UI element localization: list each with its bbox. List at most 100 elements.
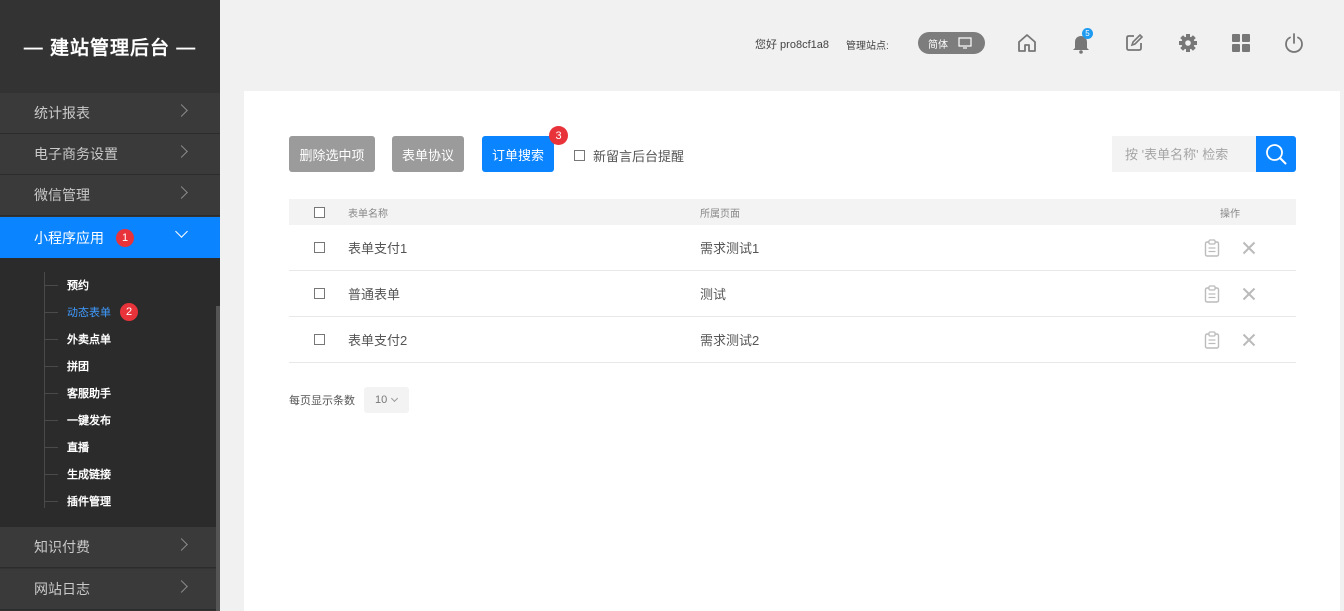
submenu-item-generate-link[interactable]: 生成链接: [44, 464, 111, 484]
form-name: 表单支付2: [348, 333, 408, 348]
page-size-label: 每页显示条数: [289, 395, 355, 407]
column-header-name: 表单名称: [348, 208, 388, 220]
sidebar-item-label: 电子商务设置: [34, 146, 118, 162]
monitor-icon: [958, 37, 972, 49]
page-size-select[interactable]: 10: [364, 387, 409, 413]
form-page: 需求测试2: [700, 333, 760, 348]
submenu-item-reservation[interactable]: 预约: [44, 275, 89, 295]
step-badge: 3: [549, 126, 568, 145]
page-size-value: 10: [375, 394, 388, 406]
form-name: 表单支付1: [348, 241, 408, 256]
submenu-item-label: 客服助手: [67, 388, 111, 400]
submenu-item-label: 预约: [67, 280, 89, 292]
reminder-label: 新留言后台提醒: [593, 149, 685, 164]
notification-count: 5: [1082, 28, 1093, 39]
step-badge: 2: [120, 303, 138, 321]
sidebar-item-label: 网站日志: [34, 581, 90, 597]
submenu-item-group-buy[interactable]: 拼团: [44, 356, 89, 376]
brand-title: — 建站管理后台 —: [23, 37, 197, 59]
sidebar-item-label: 微信管理: [34, 187, 90, 203]
search-box: [1112, 136, 1296, 172]
chevron-down-icon: [175, 225, 188, 238]
chevron-right-icon: [175, 580, 188, 593]
language-label: 简体: [928, 39, 948, 51]
table-row: 普通表单 测试: [289, 271, 1296, 317]
chevron-right-icon: [175, 538, 188, 551]
search-icon: [1266, 144, 1287, 165]
form-agreement-button[interactable]: 表单协议: [392, 136, 464, 172]
close-icon[interactable]: [1242, 333, 1256, 347]
chevron-right-icon: [175, 145, 188, 158]
sidebar-item-logs[interactable]: 网站日志: [0, 569, 220, 610]
clipboard-icon[interactable]: [1204, 284, 1220, 303]
submenu-item-label: 生成链接: [67, 469, 111, 481]
form-page: 需求测试1: [700, 241, 760, 256]
row-actions: [1204, 271, 1256, 316]
gear-icon[interactable]: [1175, 30, 1201, 56]
search-button[interactable]: [1256, 136, 1296, 172]
sidebar-item-knowledge[interactable]: 知识付费: [0, 527, 220, 568]
column-header-actions: 操作: [1220, 208, 1240, 220]
new-message-reminder-toggle[interactable]: 新留言后台提醒: [574, 146, 684, 165]
row-actions: [1204, 225, 1256, 270]
grid-icon[interactable]: [1228, 30, 1254, 56]
sidebar-scrollbar[interactable]: [216, 306, 220, 611]
submenu-item-label: 插件管理: [67, 496, 111, 508]
row-checkbox[interactable]: [314, 334, 325, 345]
bell-icon[interactable]: 5: [1068, 28, 1094, 56]
edit-icon[interactable]: [1121, 30, 1147, 56]
site-label: 管理站点:: [846, 41, 889, 52]
sidebar-item-miniprogram[interactable]: 小程序应用 1: [0, 217, 220, 258]
sidebar: — 建站管理后台 — 统计报表 电子商务设置 微信管理 小程序应用 1 预约 动…: [0, 0, 220, 611]
row-checkbox[interactable]: [314, 288, 325, 299]
row-select-cell: [314, 317, 325, 362]
sidebar-item-ecommerce[interactable]: 电子商务设置: [0, 134, 220, 175]
submenu-item-publish[interactable]: 一键发布: [44, 410, 111, 430]
column-header-page: 所属页面: [700, 208, 740, 220]
submenu-item-plugins[interactable]: 插件管理: [44, 491, 111, 511]
clipboard-icon[interactable]: [1204, 330, 1220, 349]
close-icon[interactable]: [1242, 287, 1256, 301]
main-panel: 删除选中项 表单协议 订单搜索 3 新留言后台提醒 表单名称 所属页面 操作 表…: [244, 91, 1340, 611]
submenu-item-live[interactable]: 直播: [44, 437, 89, 457]
row-actions: [1204, 317, 1256, 362]
submenu-item-label: 外卖点单: [67, 334, 111, 346]
table-header: 表单名称 所属页面 操作: [289, 199, 1296, 225]
submenu-item-label: 一键发布: [67, 415, 111, 427]
row-checkbox[interactable]: [314, 242, 325, 253]
order-search-label: 订单搜索: [491, 147, 544, 163]
submenu-item-takeout[interactable]: 外卖点单: [44, 329, 111, 349]
table-row: 表单支付2 需求测试2: [289, 317, 1296, 363]
header: 您好 pro8cf1a8 管理站点: 简体 5: [220, 0, 1344, 86]
clipboard-icon[interactable]: [1204, 238, 1220, 257]
row-select-cell: [314, 271, 325, 316]
chevron-right-icon: [175, 186, 188, 199]
language-switch-button[interactable]: 简体: [918, 32, 985, 54]
order-search-button[interactable]: 订单搜索 3: [482, 126, 568, 172]
submenu-item-dynamic-form[interactable]: 动态表单 2: [44, 302, 138, 322]
table-row: 表单支付1 需求测试1: [289, 225, 1296, 271]
reminder-checkbox[interactable]: [574, 150, 585, 161]
sidebar-item-statistics[interactable]: 统计报表: [0, 93, 220, 134]
step-badge: 1: [116, 228, 134, 247]
delete-selected-button[interactable]: 删除选中项: [289, 136, 375, 172]
power-icon[interactable]: [1281, 30, 1307, 56]
home-icon[interactable]: [1014, 30, 1040, 56]
select-all-checkbox[interactable]: [314, 206, 325, 218]
chevron-right-icon: [175, 104, 188, 117]
close-icon[interactable]: [1242, 241, 1256, 255]
submenu-item-label: 拼团: [67, 361, 89, 373]
page-size-control: 每页显示条数 10: [289, 387, 409, 413]
form-page: 测试: [700, 287, 727, 302]
submenu-item-label: 动态表单: [67, 307, 111, 319]
submenu-miniprogram: 预约 动态表单 2 外卖点单 拼团 客服助手 一键发布 直播 生成链接 插件管理: [0, 258, 220, 527]
sidebar-item-wechat[interactable]: 微信管理: [0, 175, 220, 216]
sidebar-item-label: 小程序应用: [34, 229, 104, 246]
submenu-item-customer-service[interactable]: 客服助手: [44, 383, 111, 403]
forms-table: 表单名称 所属页面 操作 表单支付1 需求测试1 普通表单 测试 表单支付2 需…: [289, 199, 1296, 363]
form-name: 普通表单: [348, 287, 401, 302]
search-input[interactable]: [1112, 136, 1256, 172]
user-greeting: 您好 pro8cf1a8: [755, 39, 829, 51]
select-all-cell: [314, 199, 325, 225]
sidebar-item-label: 知识付费: [34, 539, 90, 555]
